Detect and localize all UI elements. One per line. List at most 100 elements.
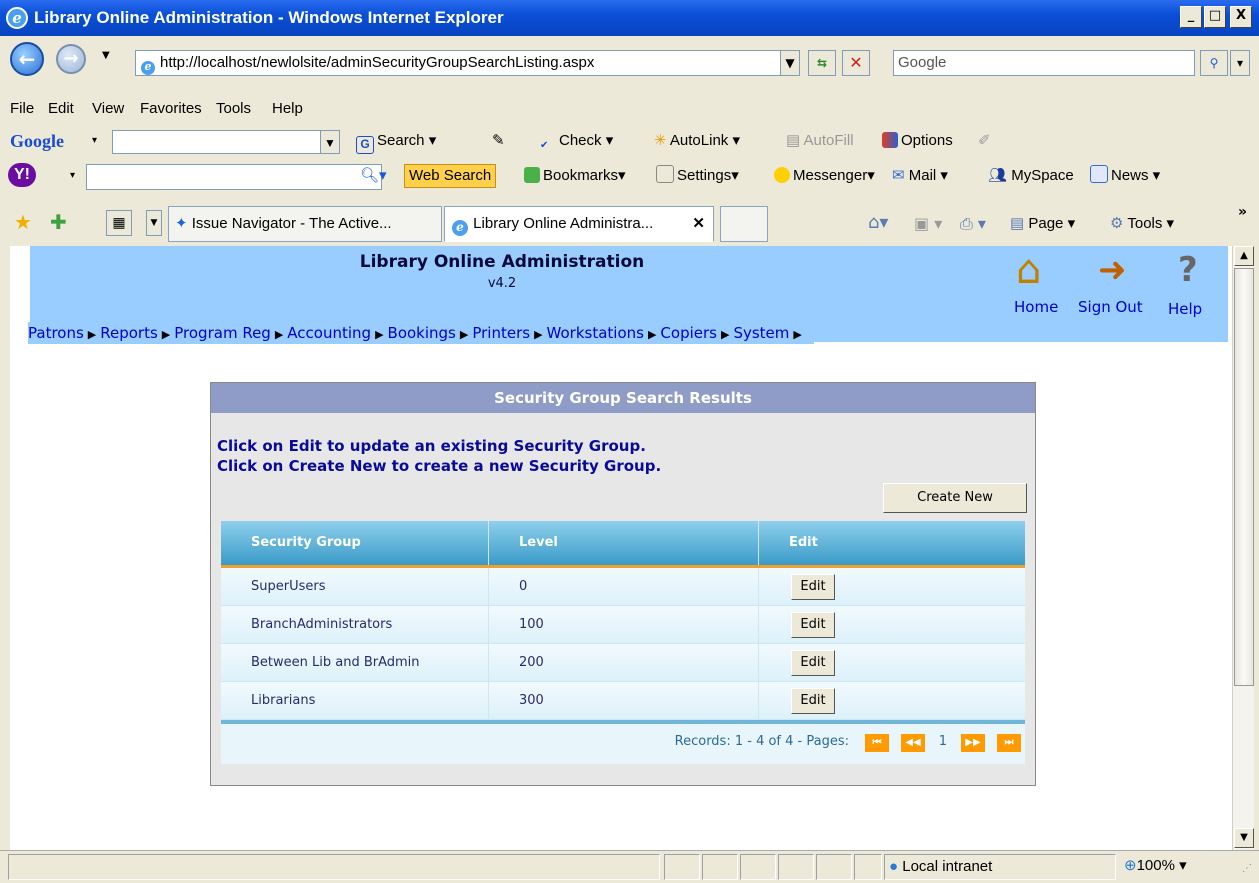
current-page-number[interactable]: 1 (939, 734, 947, 749)
popup-blocker-icon[interactable]: ✎ (492, 128, 505, 154)
window-title-bar[interactable]: e Library Online Administration - Window… (0, 0, 1259, 36)
search-placeholder: Google (898, 54, 947, 71)
column-header-security-group[interactable]: Security Group (221, 521, 489, 565)
previous-page-icon[interactable]: ◀◀ (901, 734, 925, 752)
back-button[interactable]: ← (10, 42, 44, 76)
scroll-thumb[interactable] (1234, 268, 1254, 686)
home-house-icon[interactable]: ⌂ (1016, 248, 1041, 292)
nav-printers[interactable]: Printers (472, 324, 530, 342)
web-search-button[interactable]: Web Search (404, 164, 497, 188)
edit-button[interactable]: Edit (791, 688, 835, 714)
forward-button[interactable]: → (56, 44, 86, 74)
myspace-button[interactable]: 👥︎ MySpace (988, 163, 1074, 189)
google-menu-icon[interactable]: ▾ (92, 128, 97, 154)
toolbar-overflow-icon[interactable]: » (1238, 204, 1247, 220)
address-dropdown-icon[interactable]: ▼ (780, 50, 800, 76)
security-group-level: 100 (489, 606, 759, 643)
yahoo-search-input[interactable] (86, 164, 382, 190)
scroll-up-icon[interactable]: ▲ (1234, 246, 1254, 266)
security-group-level: 0 (489, 568, 759, 605)
first-page-icon[interactable]: ⏮ (865, 734, 889, 752)
menu-help[interactable]: Help (272, 96, 303, 122)
edit-button[interactable]: Edit (791, 612, 835, 638)
nav-program-reg[interactable]: Program Reg (174, 324, 271, 342)
vertical-scrollbar[interactable]: ▲ ▼ (1232, 246, 1254, 850)
google-search-input[interactable] (112, 130, 340, 154)
nav-bookings[interactable]: Bookings (388, 324, 456, 342)
autofill-icon: ▤ (786, 132, 801, 149)
yahoo-search-icon[interactable]: 🔍︎▾ (360, 163, 387, 189)
search-options-icon[interactable]: ▾ (1230, 50, 1250, 76)
search-input[interactable]: Google (893, 50, 1195, 76)
security-zone-pane[interactable]: ● Local intranet (884, 854, 1116, 880)
tab-library-online[interactable]: e Library Online Administra... ✕ (444, 206, 714, 242)
close-tab-icon[interactable]: ✕ (692, 207, 705, 241)
column-header-level[interactable]: Level (489, 521, 759, 565)
help-question-icon[interactable]: ? (1178, 250, 1198, 290)
minimize-button[interactable]: _ (1180, 6, 1202, 28)
nav-system[interactable]: System (733, 324, 789, 342)
yahoo-menu-icon[interactable]: ▾ (70, 163, 75, 189)
edit-button[interactable]: Edit (791, 574, 835, 600)
sign-out-link[interactable]: Sign Out (1078, 298, 1143, 316)
autolink-button[interactable]: ✳ AutoLink ▾ (654, 128, 740, 154)
menu-file[interactable]: File (10, 96, 34, 122)
add-favorite-icon[interactable]: ✚ (50, 210, 67, 234)
settings-button[interactable]: Settings▾ (656, 163, 739, 189)
help-link[interactable]: Help (1168, 300, 1202, 318)
stop-icon[interactable]: ✕ (842, 50, 870, 76)
nav-reports[interactable]: Reports (100, 324, 158, 342)
recent-pages-dropdown-icon[interactable]: ▼ (102, 50, 110, 61)
new-tab-button[interactable] (720, 206, 768, 242)
tab-list-dropdown-icon[interactable]: ▼ (146, 210, 162, 236)
mail-button[interactable]: ✉ Mail ▾ (892, 163, 948, 189)
options-button[interactable]: Options (882, 128, 953, 154)
menu-favorites[interactable]: Favorites (140, 96, 202, 122)
grid-pager: Records: 1 - 4 of 4 - Pages: ⏮ ◀◀ 1 ▶▶ ⏭ (221, 720, 1025, 764)
address-input[interactable]: e http://localhost/newlolsite/adminSecuri… (135, 50, 799, 76)
menu-edit[interactable]: Edit (48, 96, 74, 122)
create-new-button[interactable]: Create New (883, 483, 1027, 513)
tab-issue-navigator[interactable]: ✦ Issue Navigator - The Active... (168, 206, 442, 242)
tools-menu[interactable]: ⚙ Tools ▾ (1110, 214, 1174, 232)
spell-check-button[interactable]: ✔ Check ▾ (540, 128, 613, 154)
google-search-button[interactable]: G Search ▾ (356, 128, 436, 154)
pager-records-text: Records: 1 - 4 of 4 - Pages: (674, 734, 849, 749)
yahoo-logo[interactable]: Y! (8, 163, 36, 187)
nav-copiers[interactable]: Copiers (660, 324, 717, 342)
quick-tabs-icon[interactable]: ▦ (106, 210, 132, 236)
menu-tools[interactable]: Tools (216, 96, 251, 122)
nav-accounting[interactable]: Accounting (287, 324, 371, 342)
pencil-icon[interactable]: ✐ (978, 128, 991, 154)
nav-patrons[interactable]: Patrons (28, 324, 84, 342)
sign-out-door-icon[interactable]: ➜ (1098, 250, 1127, 290)
next-page-icon[interactable]: ▶▶ (961, 734, 985, 752)
close-window-button[interactable]: X (1230, 6, 1252, 28)
maximize-button[interactable]: □ (1204, 6, 1226, 28)
last-page-icon[interactable]: ⏭ (997, 734, 1021, 752)
home-icon[interactable]: ⌂▾ (868, 212, 888, 233)
nav-workstations[interactable]: Workstations (547, 324, 644, 342)
table-row: Between Lib and BrAdmin 200 Edit (221, 644, 1025, 682)
zoom-icon: ⊕ (1124, 857, 1137, 874)
resize-grip-icon[interactable]: ⋰ (1242, 863, 1252, 874)
search-go-icon[interactable]: ⚲ (1200, 50, 1228, 76)
zoom-control[interactable]: ⊕100% ▾ (1120, 854, 1240, 880)
page-menu[interactable]: ▤ Page ▾ (1010, 214, 1075, 232)
home-link[interactable]: Home (1014, 298, 1058, 316)
favorites-star-icon[interactable]: ★ (14, 210, 32, 234)
print-icon[interactable]: ⎙ ▾ (960, 214, 986, 234)
feeds-icon[interactable]: ▣ ▾ (914, 214, 942, 233)
google-logo[interactable]: Google (10, 128, 64, 154)
edit-button[interactable]: Edit (791, 650, 835, 676)
bookmarks-button[interactable]: Bookmarks▾ (524, 163, 626, 189)
autofill-button[interactable]: ▤ AutoFill (786, 128, 854, 154)
scroll-down-icon[interactable]: ▼ (1234, 828, 1254, 848)
refresh-icon[interactable]: ⇆ (808, 50, 836, 76)
google-dropdown-icon[interactable]: ▼ (320, 130, 340, 154)
panel-title: Security Group Search Results (211, 383, 1035, 413)
messenger-button[interactable]: Messenger▾ (774, 163, 875, 189)
menu-view[interactable]: View (92, 96, 124, 122)
news-button[interactable]: News ▾ (1090, 163, 1160, 189)
address-url: http://localhost/newlolsite/adminSecurit… (160, 54, 595, 71)
